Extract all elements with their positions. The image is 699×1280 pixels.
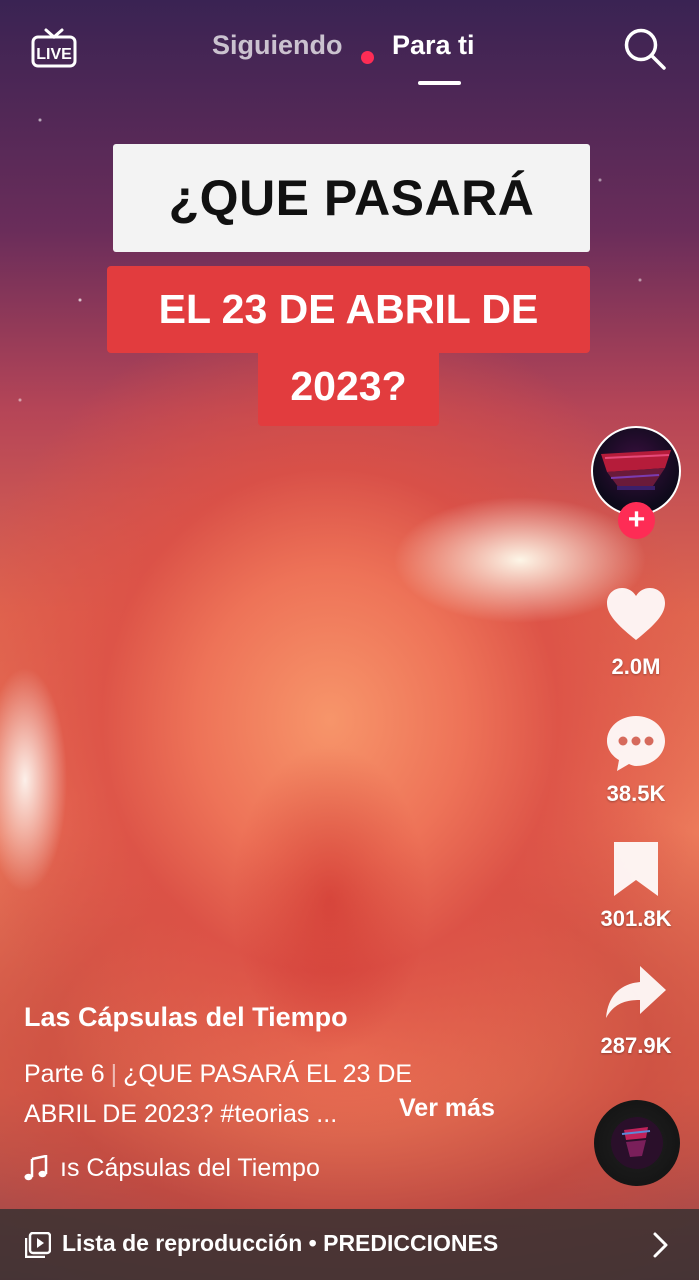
series-part-label[interactable]: Parte 6	[24, 1060, 105, 1088]
video-caption-line2: EL 23 DE ABRIL DE	[107, 266, 590, 353]
tab-following[interactable]: Siguiendo	[212, 30, 343, 61]
music-disc-cover-icon	[611, 1117, 663, 1169]
playlist-label: Lista de reproducción • PREDICCIONES	[62, 1230, 499, 1256]
search-icon[interactable]	[622, 26, 668, 72]
comment-icon[interactable]	[604, 712, 668, 776]
sound-title: ıs Cápsulas del Tiempo	[60, 1153, 320, 1182]
heart-icon[interactable]	[604, 584, 668, 648]
notification-dot	[361, 51, 374, 64]
music-disc[interactable]	[594, 1100, 680, 1186]
author-name[interactable]: Las Cápsulas del Tiempo	[24, 1002, 348, 1033]
sound-info[interactable]: ıs Cápsulas del Tiempo	[24, 1150, 320, 1186]
music-note-icon	[24, 1155, 48, 1181]
bookmark-icon[interactable]	[604, 838, 668, 902]
description-text-line1: ¿QUE PASARÁ EL 23 DE	[123, 1060, 413, 1088]
video-caption-line1: ¿QUE PASARÁ	[113, 144, 590, 252]
description-text-line2: ABRIL DE 2023? #teorias ...	[24, 1100, 338, 1128]
active-tab-indicator	[418, 81, 461, 85]
video-caption-line3: 2023?	[258, 351, 439, 426]
see-more-button[interactable]: Ver más	[399, 1094, 495, 1123]
playlist-bar[interactable]: Lista de reproducción • PREDICCIONES	[0, 1209, 699, 1280]
save-count: 301.8K	[600, 906, 672, 931]
separator: |	[110, 1060, 118, 1088]
share-icon[interactable]	[604, 962, 668, 1026]
like-count: 2.0M	[611, 654, 661, 679]
comment-count: 38.5K	[606, 781, 666, 806]
tab-for-you[interactable]: Para ti	[392, 30, 475, 61]
chevron-right-icon	[653, 1232, 668, 1258]
playlist-icon	[25, 1232, 51, 1258]
follow-button[interactable]: +	[618, 502, 655, 539]
share-count: 287.9K	[600, 1033, 672, 1058]
feed-tabs: Siguiendo Para ti	[0, 28, 699, 88]
